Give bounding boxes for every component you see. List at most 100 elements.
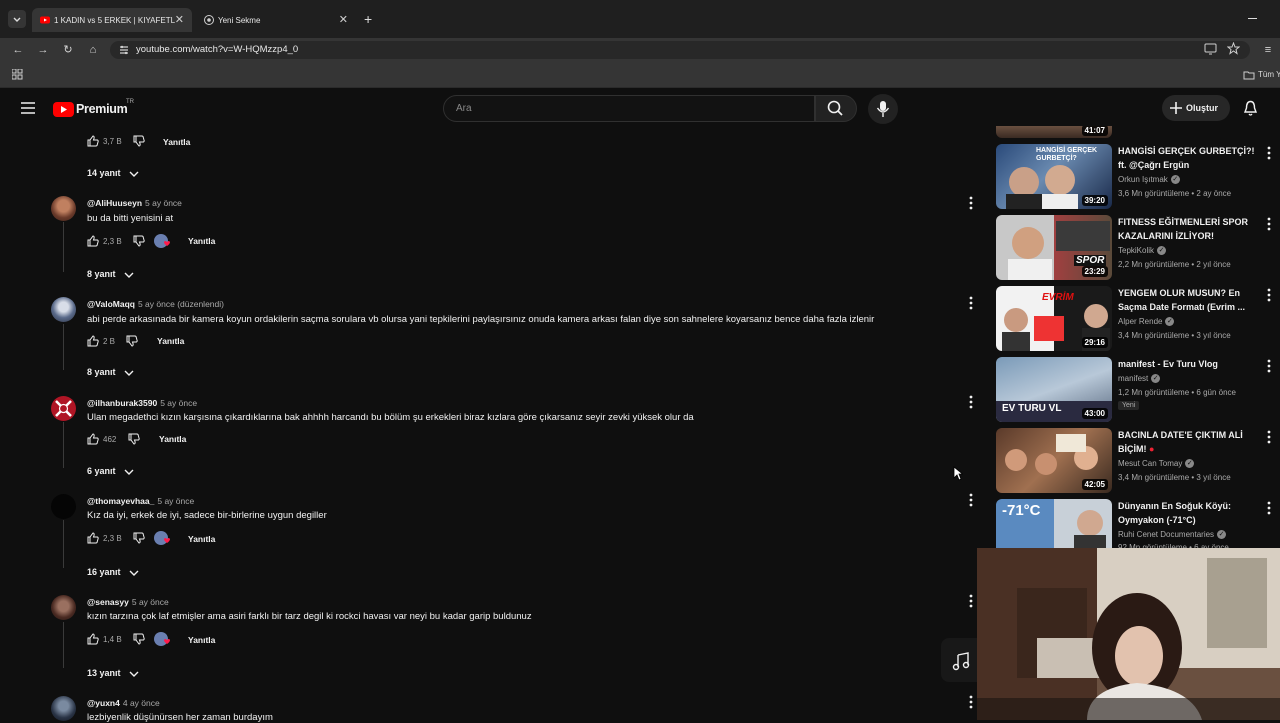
more-options-icon[interactable] xyxy=(967,395,975,409)
avatar[interactable] xyxy=(51,494,76,519)
video-title[interactable]: YENGEM OLUR MUSUN? En Saçma Date Formatı… xyxy=(1118,286,1256,314)
replies-count[interactable]: 6 yanıt xyxy=(87,466,116,476)
cast-icon[interactable] xyxy=(1204,43,1217,55)
apps-grid-icon[interactable] xyxy=(12,69,23,80)
chevron-down-icon[interactable] xyxy=(129,569,139,577)
video-title[interactable]: FITNESS EĞİTMENLERİ SPOR KAZALARINI İZLİ… xyxy=(1118,215,1256,243)
avatar[interactable] xyxy=(51,196,76,221)
reload-icon[interactable]: ↻ xyxy=(60,42,76,58)
video-channel[interactable]: Orkun Işıtmak ✓ xyxy=(1118,175,1180,185)
forward-icon[interactable]: → xyxy=(35,42,51,58)
dislike-icon[interactable] xyxy=(133,633,145,645)
video-thumbnail[interactable]: 42:05 xyxy=(996,428,1112,493)
avatar[interactable] xyxy=(51,396,76,421)
dislike-icon[interactable] xyxy=(126,335,138,347)
comment-author[interactable]: @ilhanburak3590 5 ay önce xyxy=(87,398,197,408)
thumbnail-text: EVRİM xyxy=(1042,292,1074,303)
dislike-icon[interactable] xyxy=(133,135,145,147)
close-tab-icon[interactable]: ✕ xyxy=(339,13,348,26)
replies-count[interactable]: 13 yanıt xyxy=(87,668,121,678)
comment-author[interactable]: @AliHuuseyn 5 ay önce xyxy=(87,198,182,208)
replies-count[interactable]: 16 yanıt xyxy=(87,567,121,577)
profile-icon[interactable]: ≡ xyxy=(1260,42,1276,58)
avatar[interactable] xyxy=(51,297,76,322)
video-channel[interactable]: Alper Rende ✓ xyxy=(1118,317,1175,327)
chevron-down-icon[interactable] xyxy=(124,468,134,476)
video-title[interactable]: BACINLA DATE'E ÇIKTIM ALİ BİÇİM! ● xyxy=(1118,428,1256,456)
notifications-bell-icon[interactable] xyxy=(1243,100,1258,117)
avatar[interactable] xyxy=(51,595,76,620)
tab-new[interactable]: Yeni Sekme ✕ xyxy=(196,8,356,32)
video-title[interactable]: Dünyanın En Soğuk Köyü: Oymyakon (-71°C) xyxy=(1118,499,1256,527)
dislike-icon[interactable] xyxy=(133,532,145,544)
more-options-icon[interactable] xyxy=(967,594,975,608)
more-options-icon[interactable] xyxy=(1265,501,1273,515)
avatar[interactable] xyxy=(51,696,76,721)
dislike-icon[interactable] xyxy=(133,235,145,247)
reply-button[interactable]: Yanıtla xyxy=(188,534,215,544)
comment-time: 5 ay önce xyxy=(160,398,198,408)
like-icon[interactable] xyxy=(87,235,99,247)
video-channel[interactable]: Ruhi Cenet Documentaries ✓ xyxy=(1118,530,1227,540)
video-thumbnail[interactable]: -71°C xyxy=(996,499,1112,550)
more-options-icon[interactable] xyxy=(1265,288,1273,302)
video-thumbnail[interactable]: EVRİM 29:16 xyxy=(996,286,1112,351)
comment-author[interactable]: @senasyy 5 ay önce xyxy=(87,597,169,607)
chevron-down-icon[interactable] xyxy=(124,271,134,279)
more-options-icon[interactable] xyxy=(1265,146,1273,160)
youtube-logo[interactable]: Premium TR xyxy=(53,99,143,119)
video-thumbnail[interactable]: SPOR 23:29 xyxy=(996,215,1112,280)
more-options-icon[interactable] xyxy=(1265,430,1273,444)
comment-time: 5 ay önce xyxy=(157,496,195,506)
home-icon[interactable]: ⌂ xyxy=(85,42,101,58)
chevron-down-icon[interactable] xyxy=(129,670,139,678)
dislike-icon[interactable] xyxy=(128,433,140,445)
more-options-icon[interactable] xyxy=(967,493,975,507)
video-channel[interactable]: TepkiKolik ✓ xyxy=(1118,246,1167,256)
comment-author[interactable]: @thomayevhaa_ 5 ay önce xyxy=(87,496,194,506)
voice-search-button[interactable] xyxy=(868,94,898,124)
replies-count[interactable]: 8 yanıt xyxy=(87,269,116,279)
more-options-icon[interactable] xyxy=(1265,359,1273,373)
more-options-icon[interactable] xyxy=(967,296,975,310)
video-thumbnail[interactable]: HANGİSİ GERÇEK GURBETÇİ? 39:20 xyxy=(996,144,1112,209)
replies-count[interactable]: 8 yanıt xyxy=(87,367,116,377)
star-icon[interactable] xyxy=(1227,42,1240,55)
minimize-window-icon[interactable] xyxy=(1248,18,1257,19)
chevron-down-icon[interactable] xyxy=(124,369,134,377)
video-channel[interactable]: manifest ✓ xyxy=(1118,374,1161,384)
video-thumbnail[interactable]: 41:07 xyxy=(996,126,1112,138)
search-button[interactable] xyxy=(815,95,857,122)
comment-author[interactable]: @yuxn4 4 ay önce xyxy=(87,698,160,708)
search-input[interactable]: Ara xyxy=(443,95,815,122)
tab-youtube[interactable]: 1 KADIN vs 5 ERKEK | KIYAFETL ✕ xyxy=(32,8,192,32)
all-bookmarks-label[interactable]: Tüm Y xyxy=(1258,70,1280,79)
tab-search-button[interactable] xyxy=(8,10,26,28)
like-icon[interactable] xyxy=(87,135,99,147)
back-icon[interactable]: ← xyxy=(10,42,26,58)
video-title[interactable]: HANGİSİ GERÇEK GURBETÇİ?! ft. @Çağrı Erg… xyxy=(1118,144,1256,172)
new-tab-button[interactable]: + xyxy=(364,11,372,27)
reply-button[interactable]: Yanıtla xyxy=(159,434,186,444)
site-info-icon[interactable] xyxy=(118,44,130,56)
video-thumbnail[interactable]: EV TURU VL 43:00 xyxy=(996,357,1112,422)
like-icon[interactable] xyxy=(87,433,99,445)
video-channel[interactable]: Mesut Can Tomay ✓ xyxy=(1118,459,1195,469)
like-count: 1,4 B xyxy=(103,635,122,644)
like-icon[interactable] xyxy=(87,532,99,544)
more-options-icon[interactable] xyxy=(1265,217,1273,231)
reply-button[interactable]: Yanıtla xyxy=(157,336,184,346)
hamburger-menu-icon[interactable] xyxy=(21,102,35,114)
create-button[interactable]: Oluştur xyxy=(1162,95,1230,121)
thread-line xyxy=(63,622,64,668)
comment-author[interactable]: @ValoMaqq 5 ay önce (düzenlendi) xyxy=(87,299,224,309)
reply-button[interactable]: Yanıtla xyxy=(163,137,190,147)
like-icon[interactable] xyxy=(87,335,99,347)
reply-button[interactable]: Yanıtla xyxy=(188,236,215,246)
reply-button[interactable]: Yanıtla xyxy=(188,635,215,645)
more-options-icon[interactable] xyxy=(967,196,975,210)
like-icon[interactable] xyxy=(87,633,99,645)
more-options-icon[interactable] xyxy=(967,695,975,709)
close-tab-icon[interactable]: ✕ xyxy=(175,13,184,26)
video-title[interactable]: manifest - Ev Turu Vlog xyxy=(1118,357,1256,371)
